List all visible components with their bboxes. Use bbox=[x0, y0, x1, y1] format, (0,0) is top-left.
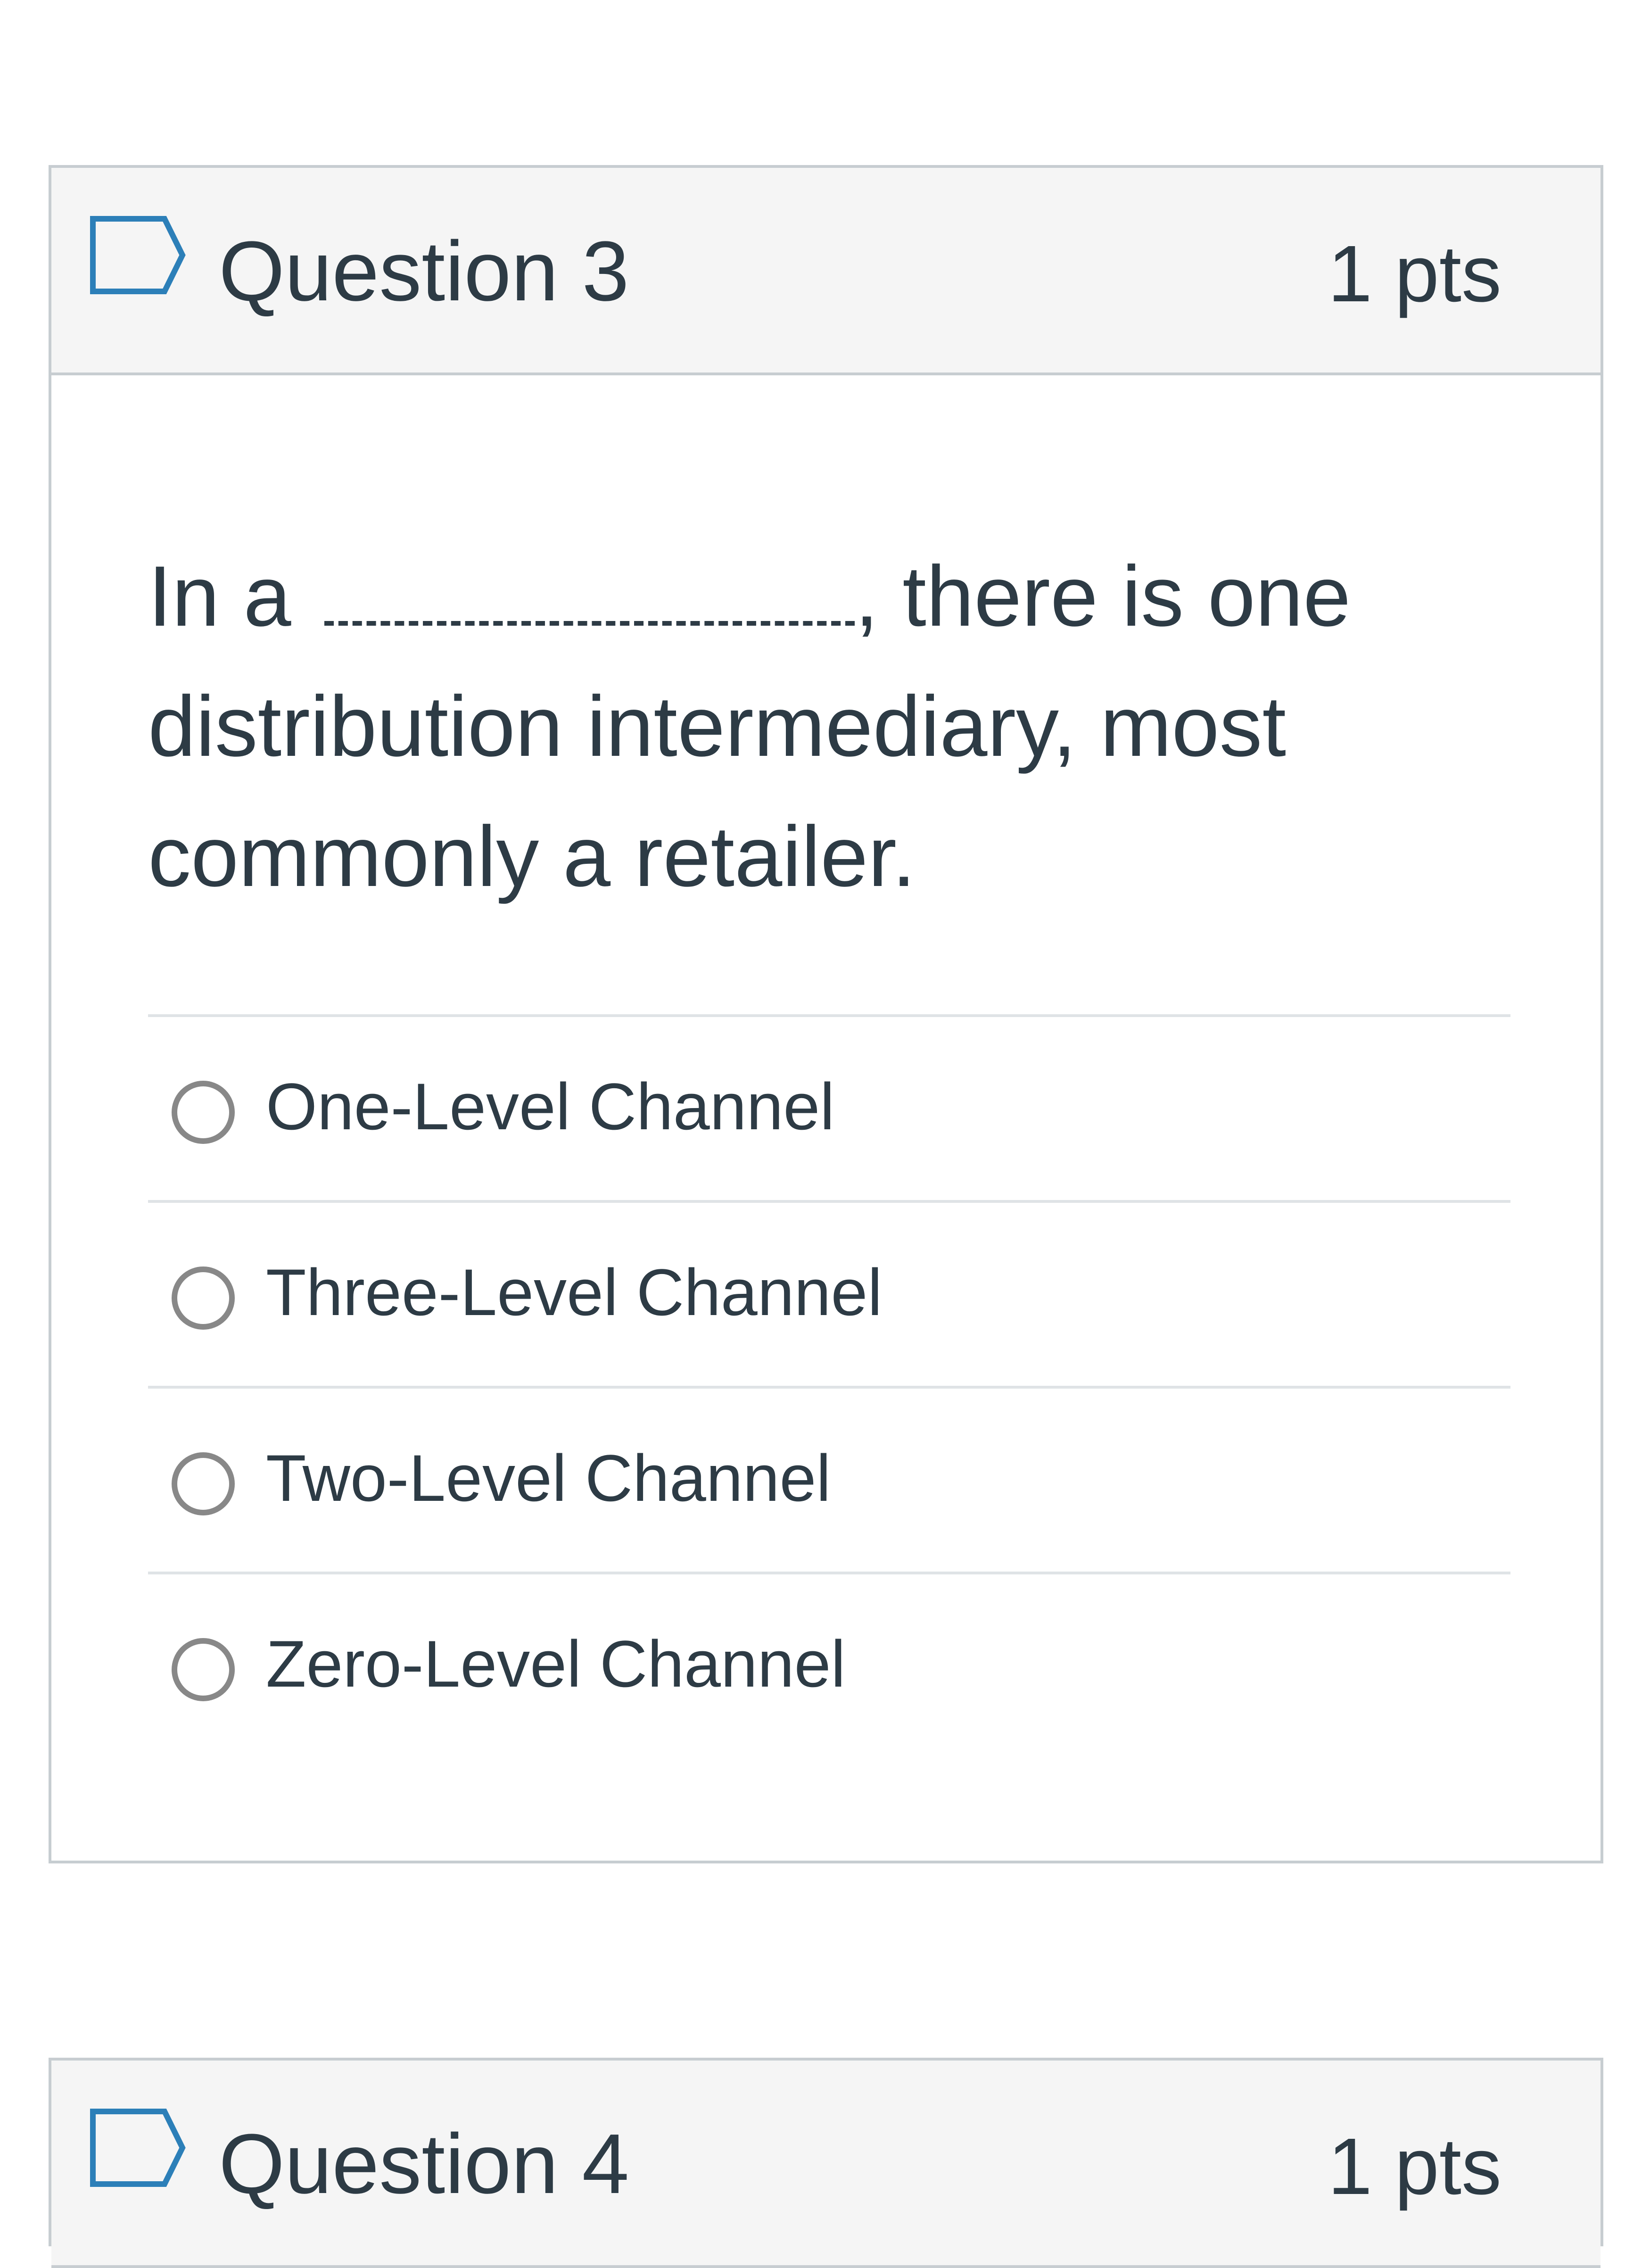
flag-question-icon[interactable] bbox=[89, 215, 186, 295]
radio-button[interactable] bbox=[172, 1266, 235, 1330]
radio-button[interactable] bbox=[172, 1452, 235, 1515]
question-text: In a , there is one distribution interme… bbox=[148, 531, 1543, 921]
answer-label[interactable]: Two-Level Channel bbox=[266, 1433, 831, 1523]
answer-option[interactable]: One-Level Channel bbox=[148, 1014, 1510, 1200]
answer-option[interactable]: Zero-Level Channel bbox=[148, 1572, 1510, 1757]
flag-question-icon[interactable] bbox=[89, 2108, 186, 2188]
answer-label[interactable]: Zero-Level Channel bbox=[266, 1619, 846, 1709]
answer-option[interactable]: Two-Level Channel bbox=[148, 1386, 1510, 1572]
answer-option[interactable]: Three-Level Channel bbox=[148, 1200, 1510, 1386]
question-title: Question 3 bbox=[219, 224, 629, 319]
question-points: 1 pts bbox=[1328, 2122, 1502, 2211]
question-text-before: In a bbox=[148, 548, 291, 644]
answer-list: One-Level Channel Three-Level Channel Tw… bbox=[148, 1014, 1510, 1757]
radio-button[interactable] bbox=[172, 1081, 235, 1144]
question-card-4: Question 4 1 pts bbox=[49, 2058, 1603, 2268]
answer-label[interactable]: One-Level Channel bbox=[266, 1062, 834, 1151]
fill-in-blank bbox=[324, 555, 855, 626]
question-title: Question 4 bbox=[219, 2117, 629, 2211]
radio-button[interactable] bbox=[172, 1638, 235, 1701]
question-header: Question 3 1 pts bbox=[51, 168, 1600, 375]
answer-label[interactable]: Three-Level Channel bbox=[266, 1248, 882, 1337]
question-header: Question 4 1 pts bbox=[51, 2061, 1600, 2268]
question-card-3: Question 3 1 pts In a , there is one dis… bbox=[49, 165, 1603, 1863]
question-points: 1 pts bbox=[1328, 229, 1502, 319]
